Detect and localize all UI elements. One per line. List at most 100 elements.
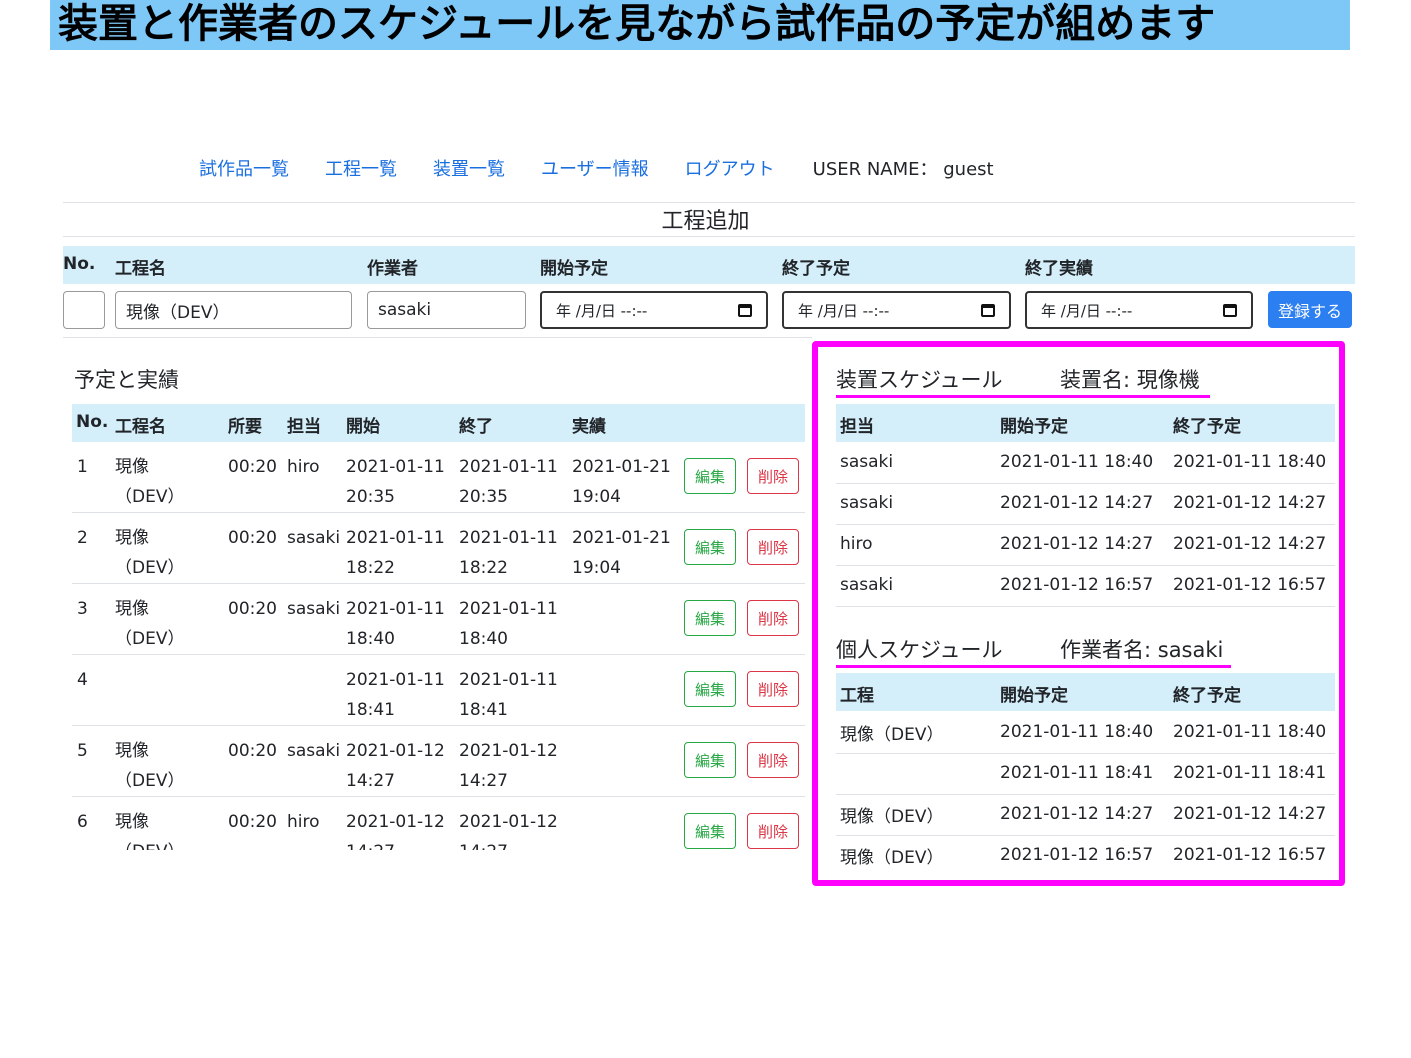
highlight-underline bbox=[836, 395, 1210, 398]
row-owner: hiro bbox=[287, 457, 320, 477]
delete-button[interactable]: 削除 bbox=[747, 529, 799, 565]
row-name: 現像（DEV） bbox=[115, 599, 185, 649]
row-duration: 00:20 bbox=[228, 741, 277, 761]
plan-header-owner: 担当 bbox=[287, 417, 321, 437]
form-header-start: 開始予定 bbox=[540, 259, 608, 279]
plan-header-end: 終了 bbox=[459, 417, 493, 437]
calendar-icon[interactable] bbox=[738, 303, 752, 317]
end-date-placeholder: 年 /月/日 --:-- bbox=[798, 301, 890, 320]
row-no: 5 bbox=[77, 741, 88, 761]
table-row: 1 現像 （DEV） 00:20 hiro 2021-01-11 20:35 202… bbox=[72, 442, 805, 513]
edit-button[interactable]: 編集 bbox=[684, 813, 736, 849]
row-no: 2 bbox=[77, 528, 88, 548]
equipment-name-label: 装置名: 現像機 bbox=[1060, 368, 1200, 392]
actual-date-placeholder: 年 /月/日 --:-- bbox=[1041, 301, 1133, 320]
start-datetime-input[interactable]: 年 /月/日 --:-- bbox=[540, 291, 768, 329]
row-duration: 00:20 bbox=[228, 528, 277, 548]
delete-button[interactable]: 削除 bbox=[747, 813, 799, 849]
row-name: 現像（DEV） bbox=[115, 741, 185, 791]
worker-select[interactable]: sasaki bbox=[367, 291, 526, 329]
add-process-title: 工程追加 bbox=[661, 209, 750, 234]
row-no: 3 bbox=[77, 599, 88, 619]
row-owner: sasaki bbox=[287, 741, 341, 761]
user-name-label: USER NAME： guest bbox=[812, 159, 994, 180]
row-start: 2021-01-11 18:41 bbox=[346, 670, 445, 720]
divider bbox=[63, 337, 812, 338]
process-select[interactable]: 現像（DEV） bbox=[115, 291, 352, 329]
form-header-worker: 作業者 bbox=[367, 259, 418, 279]
row-end: 2021-01-11 18:22 bbox=[459, 528, 558, 578]
row-end: 2021-01-1214:27 bbox=[459, 741, 558, 791]
row-start: 2021-01-11 18:40 bbox=[346, 599, 445, 649]
delete-button[interactable]: 削除 bbox=[747, 458, 799, 494]
nav-prototype-list[interactable]: 試作品一覧 bbox=[199, 155, 289, 181]
row-start: 2021-01-11 20:35 bbox=[346, 457, 445, 507]
table-row: 6 現像（DEV） 00:20 hiro 2021-01-1214:27 202… bbox=[72, 797, 805, 850]
table-row: 2021-01-11 18:41 2021-01-11 18:41 bbox=[836, 754, 1335, 795]
form-header-actual: 終了実績 bbox=[1025, 259, 1093, 279]
start-date-placeholder: 年 /月/日 --:-- bbox=[556, 301, 648, 320]
end-datetime-input[interactable]: 年 /月/日 --:-- bbox=[782, 291, 1011, 329]
personal-table-header: 工程 開始予定 終了予定 bbox=[836, 673, 1335, 711]
nav-equipment-list[interactable]: 装置一覧 bbox=[433, 155, 505, 181]
row-no: 6 bbox=[77, 812, 88, 832]
plan-table-body[interactable]: 1 現像 （DEV） 00:20 hiro 2021-01-11 20:35 202… bbox=[72, 442, 812, 850]
divider bbox=[63, 236, 1355, 237]
table-row: 5 現像 （DEV） 00:20 sasaki 2021-01-12 14:27 2… bbox=[72, 726, 805, 797]
plan-header-no: No. bbox=[76, 412, 109, 432]
equipment-table-header: 担当 開始予定 終了予定 bbox=[836, 404, 1335, 442]
calendar-icon[interactable] bbox=[981, 303, 995, 317]
row-duration: 00:20 bbox=[228, 599, 277, 619]
personal-header-start: 開始予定 bbox=[1000, 686, 1068, 706]
equipment-schedule-title: 装置スケジュール bbox=[836, 368, 1003, 392]
edit-button[interactable]: 編集 bbox=[684, 458, 736, 494]
table-row: sasaki 2021-01-12 16:57 2021-01-12 16:57 bbox=[836, 566, 1335, 607]
row-actual: 2021-01-21 19:04 bbox=[572, 457, 671, 507]
delete-button[interactable]: 削除 bbox=[747, 742, 799, 778]
plan-actual-title: 予定と実績 bbox=[74, 368, 179, 392]
row-end: 2021-01-11 18:40 bbox=[459, 599, 558, 649]
edit-button[interactable]: 編集 bbox=[684, 600, 736, 636]
row-owner: sasaki bbox=[287, 528, 341, 548]
delete-button[interactable]: 削除 bbox=[747, 600, 799, 636]
table-row: 現像（DEV） 2021-01-11 18:40 2021-01-11 18:40 bbox=[836, 713, 1335, 754]
row-name: 現像（DEV） bbox=[115, 528, 185, 578]
calendar-icon[interactable] bbox=[1223, 303, 1237, 317]
row-start: 2021-01-1214:27 bbox=[346, 812, 445, 850]
edit-button[interactable]: 編集 bbox=[684, 529, 736, 565]
row-name: 現像（DEV） bbox=[115, 457, 185, 507]
personal-header-process: 工程 bbox=[840, 686, 874, 706]
plan-header-name: 工程名 bbox=[115, 417, 166, 437]
nav-process-list[interactable]: 工程一覧 bbox=[325, 155, 397, 181]
personal-schedule-title: 個人スケジュール bbox=[836, 638, 1003, 662]
form-header-row: No. 工程名 作業者 開始予定 終了予定 終了実績 bbox=[63, 246, 1355, 284]
actual-datetime-input[interactable]: 年 /月/日 --:-- bbox=[1025, 291, 1253, 329]
row-start: 2021-01-1214:27 bbox=[346, 741, 445, 791]
edit-button[interactable]: 編集 bbox=[684, 742, 736, 778]
nav-logout[interactable]: ログアウト bbox=[685, 155, 775, 181]
highlight-underline bbox=[836, 665, 1231, 668]
nav-user-info[interactable]: ユーザー情報 bbox=[541, 155, 649, 181]
personal-header-end: 終了予定 bbox=[1173, 686, 1241, 706]
row-actual: 2021-01-21 19:04 bbox=[572, 528, 671, 578]
equipment-header-end: 終了予定 bbox=[1173, 417, 1241, 437]
form-header-process: 工程名 bbox=[115, 259, 166, 279]
row-start: 2021-01-11 18:22 bbox=[346, 528, 445, 578]
edit-button[interactable]: 編集 bbox=[684, 671, 736, 707]
delete-button[interactable]: 削除 bbox=[747, 671, 799, 707]
table-row: sasaki 2021-01-11 18:40 2021-01-11 18:40 bbox=[836, 443, 1335, 484]
row-no: 4 bbox=[77, 670, 88, 690]
table-row: 2 現像 （DEV） 00:20 sasaki 2021-01-11 18:22 2… bbox=[72, 513, 805, 584]
row-duration: 00:20 bbox=[228, 812, 277, 832]
row-no: 1 bbox=[77, 457, 88, 477]
table-row: 現像（DEV） 2021-01-12 14:27 2021-01-12 14:27 bbox=[836, 795, 1335, 836]
equipment-header-start: 開始予定 bbox=[1000, 417, 1068, 437]
row-end: 2021-01-11 20:35 bbox=[459, 457, 558, 507]
top-nav: 試作品一覧 工程一覧 装置一覧 ユーザー情報 ログアウト USER NAME： … bbox=[199, 153, 994, 183]
table-row: 4 2021-01-11 18:41 2021-01-11 18:41 編集 削除 bbox=[72, 655, 805, 726]
register-button[interactable]: 登録する bbox=[1268, 291, 1352, 328]
no-input[interactable] bbox=[63, 291, 105, 329]
table-row: sasaki 2021-01-12 14:27 2021-01-12 14:27 bbox=[836, 484, 1335, 525]
form-header-end: 終了予定 bbox=[782, 259, 850, 279]
row-owner: sasaki bbox=[287, 599, 341, 619]
